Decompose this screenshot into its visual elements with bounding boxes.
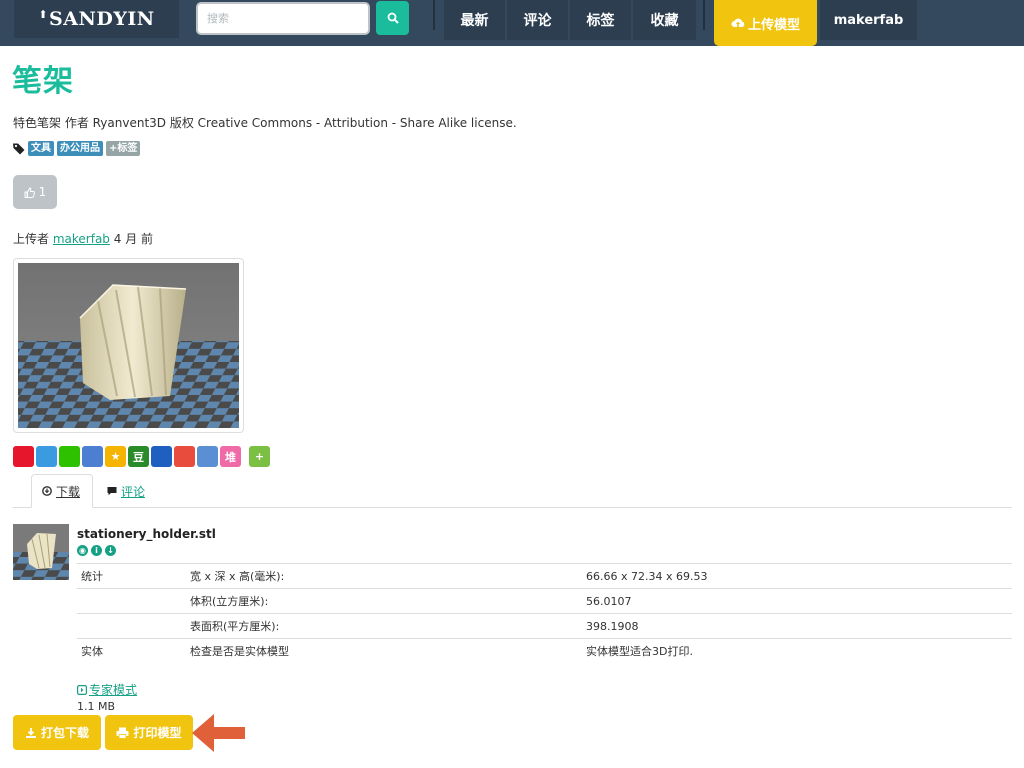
share-bar: ★ 豆 堆 +	[13, 446, 270, 467]
nav-divider	[703, 0, 705, 30]
print-model-label: 打印模型	[133, 726, 182, 740]
logo-text: SANDYIN	[49, 8, 155, 30]
file-name: stationery_holder.stl	[77, 527, 216, 541]
qzone-icon[interactable]: ★	[105, 446, 126, 467]
tencent-weibo-icon[interactable]	[36, 446, 57, 467]
renren-share-icon[interactable]	[197, 446, 218, 467]
expert-mode-link[interactable]: 专家模式	[77, 681, 137, 698]
cloud-upload-icon	[731, 18, 745, 27]
nav-item-comments[interactable]: 评论	[507, 0, 569, 40]
search-icon	[387, 12, 399, 24]
duitang-icon[interactable]: 堆	[220, 446, 241, 467]
uploader-prefix: 上传者	[13, 232, 50, 246]
user-menu[interactable]: makerfab	[820, 0, 917, 40]
stat-group	[77, 588, 186, 614]
search-button[interactable]	[376, 1, 409, 35]
info-icon[interactable]: i	[91, 545, 102, 556]
tab-comments[interactable]: 评论	[97, 474, 155, 508]
nav-item-favorites[interactable]: 收藏	[633, 0, 697, 40]
stat-group	[77, 613, 186, 639]
file-size: 1.1 MB	[77, 700, 116, 713]
kaixin-icon[interactable]	[174, 446, 195, 467]
download-icon	[25, 727, 36, 738]
renren-icon[interactable]	[151, 446, 172, 467]
stat-label: 表面积(平方厘米):	[186, 613, 582, 639]
nav-divider	[433, 0, 435, 30]
print-model-button[interactable]: 打印模型	[105, 715, 193, 750]
logo-arrow-icon: ⬆	[38, 7, 49, 21]
nav-item-tags[interactable]: 标签	[570, 0, 632, 40]
download-circle-icon	[42, 486, 52, 496]
tag-icon	[13, 143, 25, 154]
weibo-icon[interactable]	[13, 446, 34, 467]
comment-icon	[107, 487, 117, 496]
model-preview[interactable]	[13, 258, 244, 433]
more-share-icon[interactable]: +	[249, 446, 270, 467]
stat-value: 66.66 x 72.34 x 69.53	[582, 563, 1012, 589]
model-render-image	[18, 263, 239, 428]
stat-label: 体积(立方厘米):	[186, 588, 582, 614]
douban-icon[interactable]: 豆	[128, 446, 149, 467]
thumbs-up-icon	[24, 186, 35, 198]
stat-group: 实体	[77, 638, 186, 664]
table-row: 实体 检查是否是实体模型 实体模型适合3D打印.	[77, 638, 1012, 664]
add-tag-button[interactable]: +标签	[106, 141, 141, 156]
tag-office-supplies[interactable]: 办公用品	[57, 141, 103, 156]
stat-value: 398.1908	[582, 613, 1012, 639]
download-icon[interactable]: ↓	[105, 545, 116, 556]
upload-label: 上传模型	[747, 17, 800, 33]
content-tabs: 下载 评论	[13, 474, 1012, 508]
like-button[interactable]: 1	[13, 175, 57, 209]
stat-group: 统计	[77, 563, 186, 589]
table-row: 表面积(平方厘米): 398.1908	[77, 613, 1012, 639]
pointer-arrow-icon	[192, 714, 245, 752]
tab-comments-label: 评论	[121, 484, 146, 499]
printer-icon	[116, 727, 129, 739]
tag-stationery[interactable]: 文具	[28, 141, 54, 156]
expert-mode-label: 专家模式	[89, 683, 138, 697]
stat-value: 实体模型适合3D打印.	[582, 638, 1012, 664]
navbar: ⬆SANDYIN 最新 评论 标签 收藏 上传模型 makerfab	[0, 0, 1024, 46]
file-thumbnail[interactable]	[13, 524, 69, 580]
nav-item-latest[interactable]: 最新	[444, 0, 506, 40]
page-title: 笔架	[12, 64, 74, 99]
stat-label: 宽 x 深 x 高(毫米):	[186, 563, 582, 589]
model-description: 特色笔架 作者 Ryanvent3D 版权 Creative Commons -…	[13, 116, 517, 130]
stat-value: 56.0107	[582, 588, 1012, 614]
tab-download-label: 下载	[56, 484, 81, 499]
upload-time: 4 月 前	[113, 232, 154, 246]
like-count: 1	[38, 185, 47, 199]
upload-model-button[interactable]: 上传模型	[714, 0, 817, 46]
stat-label: 检查是否是实体模型	[186, 638, 582, 664]
file-actions: ◉ i ↓	[77, 545, 116, 556]
tag-list: 文具 办公用品 +标签	[13, 141, 141, 156]
view-icon[interactable]: ◉	[77, 545, 88, 556]
site-logo[interactable]: ⬆ SANDYIN	[14, 0, 179, 38]
wechat-icon[interactable]	[59, 446, 80, 467]
table-row: 统计 宽 x 深 x 高(毫米): 66.66 x 72.34 x 69.53	[77, 563, 1012, 589]
qq-icon[interactable]	[82, 446, 103, 467]
file-stats-table: 统计 宽 x 深 x 高(毫米): 66.66 x 72.34 x 69.53 …	[77, 563, 1012, 664]
uploader-link[interactable]: makerfab	[53, 232, 110, 246]
uploader-info: 上传者 makerfab 4 月 前	[13, 230, 153, 247]
download-package-button[interactable]: 打包下载	[13, 715, 101, 750]
download-package-label: 打包下载	[40, 726, 89, 740]
tab-download[interactable]: 下载	[31, 474, 93, 508]
expand-icon	[77, 684, 87, 695]
table-row: 体积(立方厘米): 56.0107	[77, 588, 1012, 614]
search-input[interactable]	[196, 2, 370, 35]
